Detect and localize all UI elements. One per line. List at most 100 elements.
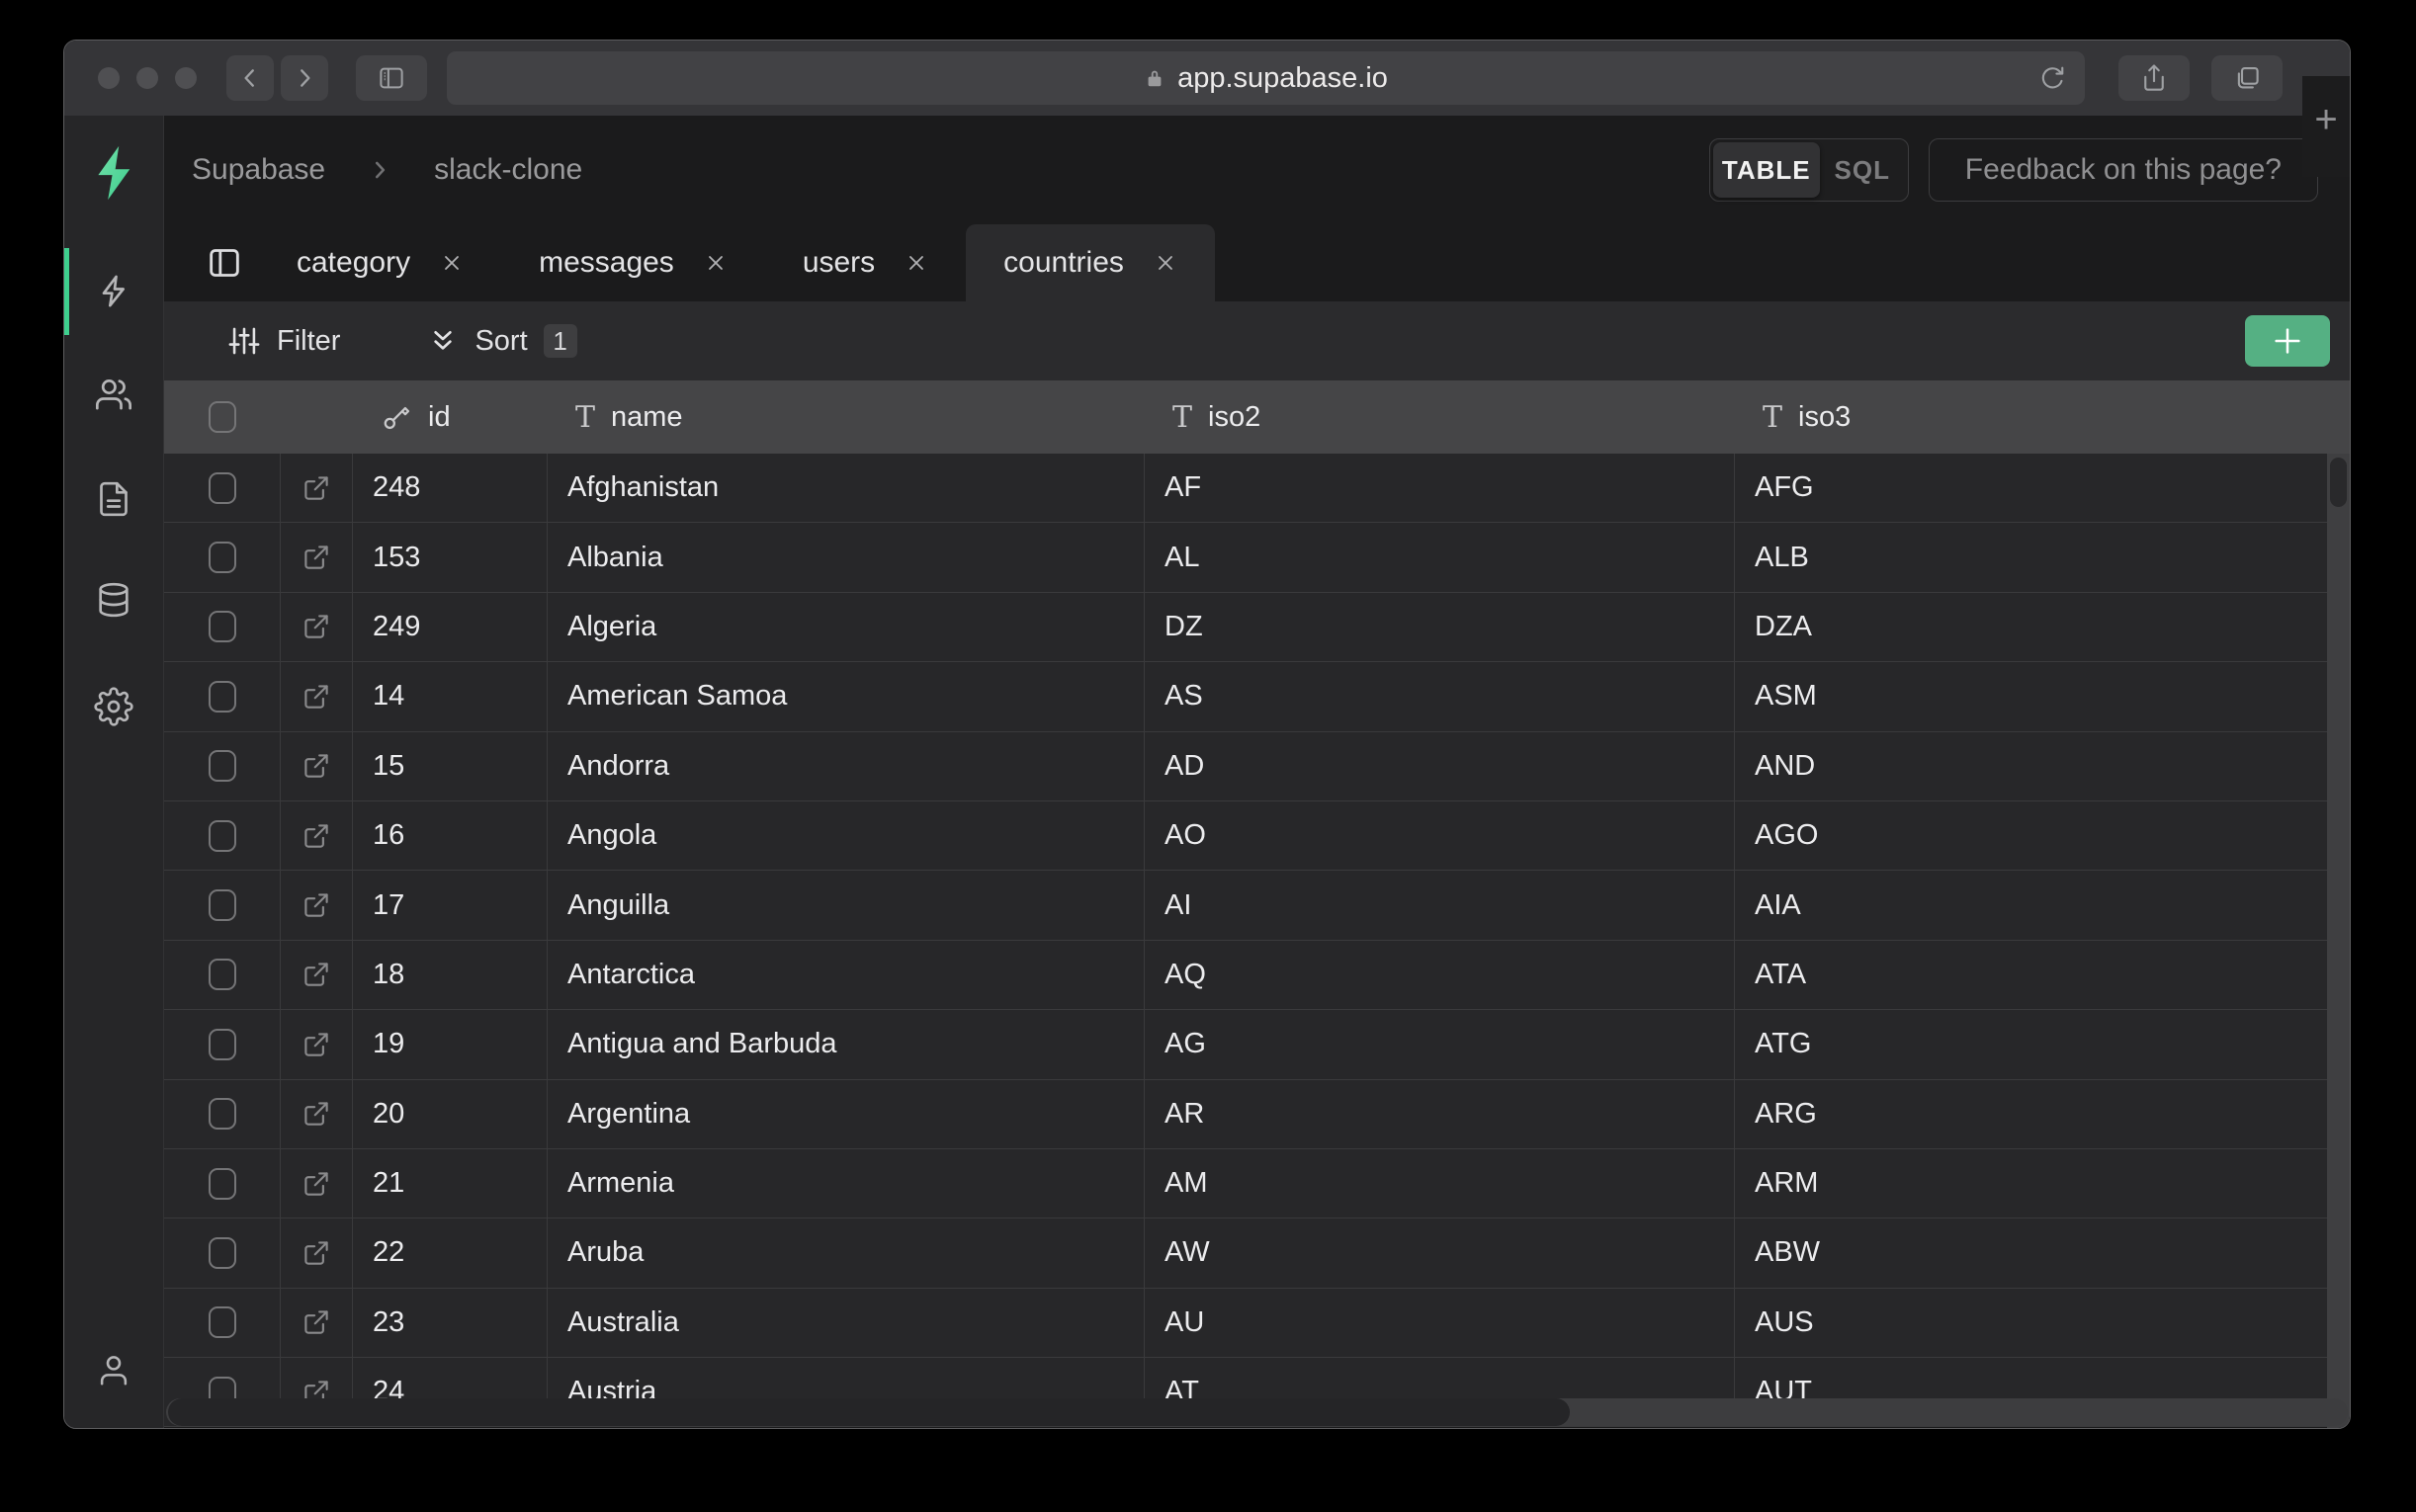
row-checkbox[interactable]	[209, 750, 236, 782]
row-checkbox[interactable]	[209, 472, 236, 504]
table-row[interactable]: 23 Australia AU AUS	[164, 1289, 2330, 1358]
external-link-icon[interactable]	[302, 543, 331, 572]
address-bar[interactable]: app.supabase.io	[447, 51, 2085, 105]
table-row[interactable]: 153 Albania AL ALB	[164, 523, 2330, 592]
row-checkbox[interactable]	[209, 1168, 236, 1200]
cell-iso2[interactable]: AD	[1145, 732, 1735, 800]
panel-toggle-button[interactable]	[190, 224, 259, 301]
sort-button[interactable]: Sort 1	[427, 324, 576, 358]
close-icon[interactable]	[1154, 251, 1177, 275]
cell-id[interactable]: 248	[353, 454, 548, 522]
cell-iso2[interactable]: DZ	[1145, 593, 1735, 661]
external-link-icon[interactable]	[302, 960, 331, 989]
close-icon[interactable]	[440, 251, 464, 275]
column-header-name[interactable]: T name	[548, 380, 1145, 454]
row-checkbox[interactable]	[209, 1306, 236, 1338]
cell-id[interactable]: 14	[353, 662, 548, 730]
share-button[interactable]	[2118, 55, 2190, 101]
cell-iso3[interactable]: AFG	[1735, 454, 2329, 522]
table-row[interactable]: 22 Aruba AW ABW	[164, 1218, 2330, 1288]
external-link-icon[interactable]	[302, 1307, 331, 1337]
vertical-scrollbar-thumb[interactable]	[2330, 458, 2347, 507]
browser-sidebar-toggle-button[interactable]	[356, 55, 427, 101]
cell-iso3[interactable]: ATA	[1735, 941, 2329, 1009]
row-checkbox[interactable]	[209, 1098, 236, 1130]
external-link-icon[interactable]	[302, 682, 331, 712]
add-row-button[interactable]	[2245, 315, 2330, 367]
back-button[interactable]	[226, 55, 274, 101]
external-link-icon[interactable]	[302, 1238, 331, 1268]
row-checkbox[interactable]	[209, 611, 236, 642]
forward-button[interactable]	[281, 55, 328, 101]
external-link-icon[interactable]	[302, 1169, 331, 1199]
cell-name[interactable]: Argentina	[548, 1080, 1145, 1148]
cell-id[interactable]: 249	[353, 593, 548, 661]
external-link-icon[interactable]	[302, 473, 331, 503]
horizontal-scrollbar[interactable]	[166, 1398, 2348, 1426]
table-view-button[interactable]: TABLE	[1713, 142, 1820, 198]
cell-iso2[interactable]: AS	[1145, 662, 1735, 730]
column-header-iso2[interactable]: T iso2	[1145, 380, 1735, 454]
table-row[interactable]: 20 Argentina AR ARG	[164, 1080, 2330, 1149]
cell-iso3[interactable]: ARG	[1735, 1080, 2329, 1148]
table-row[interactable]: 15 Andorra AD AND	[164, 732, 2330, 801]
tab-users[interactable]: users	[765, 224, 966, 301]
table-row[interactable]: 14 American Samoa AS ASM	[164, 662, 2330, 731]
tab-category[interactable]: category	[259, 224, 501, 301]
row-checkbox[interactable]	[209, 681, 236, 713]
cell-name[interactable]: American Samoa	[548, 662, 1145, 730]
tab-overview-button[interactable]	[2211, 55, 2283, 101]
cell-iso3[interactable]: ALB	[1735, 523, 2329, 591]
cell-name[interactable]: Antigua and Barbuda	[548, 1010, 1145, 1078]
sidebar-item-database[interactable]	[64, 580, 163, 620]
close-window-button[interactable]	[98, 67, 120, 89]
cell-iso3[interactable]: ARM	[1735, 1149, 2329, 1218]
cell-iso3[interactable]: AIA	[1735, 871, 2329, 939]
cell-iso2[interactable]: AI	[1145, 871, 1735, 939]
column-header-iso3[interactable]: T iso3	[1735, 380, 2329, 454]
external-link-icon[interactable]	[302, 612, 331, 641]
external-link-icon[interactable]	[302, 751, 331, 781]
cell-iso2[interactable]: AU	[1145, 1289, 1735, 1357]
horizontal-scrollbar-thumb[interactable]	[168, 1398, 1570, 1426]
sidebar-item-sql[interactable]	[64, 479, 163, 519]
table-row[interactable]: 18 Antarctica AQ ATA	[164, 941, 2330, 1010]
cell-iso2[interactable]: AG	[1145, 1010, 1735, 1078]
table-row[interactable]: 21 Armenia AM ARM	[164, 1149, 2330, 1218]
cell-iso3[interactable]: DZA	[1735, 593, 2329, 661]
zoom-window-button[interactable]	[175, 67, 197, 89]
cell-id[interactable]: 23	[353, 1289, 548, 1357]
row-checkbox[interactable]	[209, 542, 236, 573]
cell-iso3[interactable]: ASM	[1735, 662, 2329, 730]
cell-name[interactable]: Afghanistan	[548, 454, 1145, 522]
cell-id[interactable]: 17	[353, 871, 548, 939]
sidebar-item-settings[interactable]	[64, 687, 163, 726]
external-link-icon[interactable]	[302, 890, 331, 920]
close-icon[interactable]	[704, 251, 728, 275]
external-link-icon[interactable]	[302, 821, 331, 851]
cell-iso2[interactable]: AL	[1145, 523, 1735, 591]
column-header-id[interactable]: id	[353, 380, 548, 454]
row-checkbox[interactable]	[209, 820, 236, 852]
sidebar-item-auth[interactable]	[64, 375, 163, 414]
cell-id[interactable]: 20	[353, 1080, 548, 1148]
row-checkbox[interactable]	[209, 1029, 236, 1060]
cell-name[interactable]: Antarctica	[548, 941, 1145, 1009]
table-row[interactable]: 17 Anguilla AI AIA	[164, 871, 2330, 940]
cell-id[interactable]: 16	[353, 801, 548, 870]
supabase-logo[interactable]	[64, 143, 163, 203]
cell-iso2[interactable]: AW	[1145, 1218, 1735, 1287]
sidebar-item-table-editor[interactable]	[64, 272, 163, 311]
external-link-icon[interactable]	[302, 1099, 331, 1129]
filter-button[interactable]: Filter	[227, 324, 340, 358]
cell-iso3[interactable]: AGO	[1735, 801, 2329, 870]
cell-iso2[interactable]: AF	[1145, 454, 1735, 522]
vertical-scrollbar[interactable]	[2327, 454, 2350, 1428]
cell-iso2[interactable]: AO	[1145, 801, 1735, 870]
external-link-icon[interactable]	[302, 1030, 331, 1059]
cell-name[interactable]: Aruba	[548, 1218, 1145, 1287]
cell-iso2[interactable]: AQ	[1145, 941, 1735, 1009]
cell-iso3[interactable]: AUS	[1735, 1289, 2329, 1357]
table-row[interactable]: 249 Algeria DZ DZA	[164, 593, 2330, 662]
close-icon[interactable]	[905, 251, 928, 275]
